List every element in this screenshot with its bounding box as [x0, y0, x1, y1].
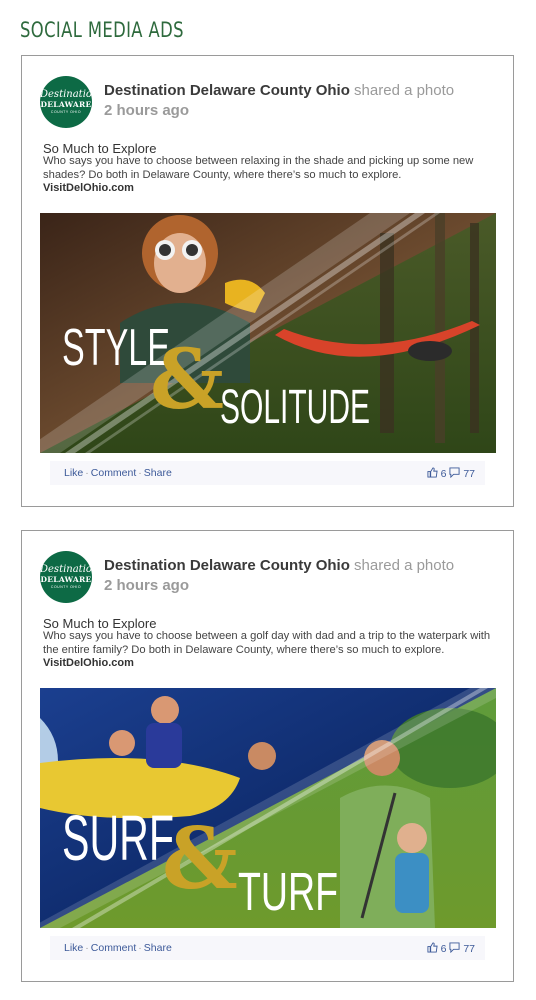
post-link[interactable]: VisitDelOhio.com [43, 182, 134, 194]
post-headline: So Much to Explore [43, 141, 157, 156]
comment-link[interactable]: Comment [91, 942, 137, 954]
post-footer: Like · Comment · Share 6 77 [50, 936, 485, 960]
post-action: shared a photo [354, 557, 455, 574]
separator: · [85, 942, 89, 954]
like-count: 6 [440, 468, 447, 480]
post-body: Who says you have to choose between rela… [43, 155, 474, 181]
post-headline: So Much to Explore [43, 616, 157, 631]
section-title: SOCIAL MEDIA ADS [20, 18, 184, 42]
thumbs-up-icon[interactable] [427, 942, 438, 956]
like-link[interactable]: Like [64, 942, 83, 954]
logo-line-3: COUNTY OHIO [50, 585, 82, 589]
ad-image-graphic: STYLE & SOLITUDE [40, 213, 496, 453]
post-actions: Like · Comment · Share [64, 467, 172, 479]
post-link[interactable]: VisitDelOhio.com [43, 657, 134, 669]
share-link[interactable]: Share [144, 942, 172, 954]
facebook-post-ad-1: Destination DELAWARE COUNTY OHIO Destina… [21, 55, 514, 507]
post-actions: Like · Comment · Share [64, 942, 172, 954]
logo-line-2: DELAWARE [40, 100, 92, 109]
facebook-post-ad-2: Destination DELAWARE COUNTY OHIO Destina… [21, 530, 514, 982]
engagement-counts: 6 77 [427, 467, 475, 481]
comment-link[interactable]: Comment [91, 467, 137, 479]
separator: · [85, 467, 89, 479]
destination-delaware-logo[interactable]: Destination DELAWARE COUNTY OHIO [40, 551, 92, 603]
like-link[interactable]: Like [64, 467, 83, 479]
post-timestamp[interactable]: 2 hours ago [104, 102, 189, 119]
like-count: 6 [440, 943, 447, 955]
logo-line-1: Destination [40, 564, 92, 575]
comment-count: 77 [463, 943, 475, 955]
logo-line-1: Destination [40, 89, 92, 100]
post-body: Who says you have to choose between a go… [43, 630, 491, 656]
engagement-counts: 6 77 [427, 942, 475, 956]
post-author: Destination Delaware County Ohio shared … [104, 82, 454, 99]
ad-headline-word-2: TURF [238, 862, 338, 922]
post-action: shared a photo [354, 82, 455, 99]
comment-icon[interactable] [449, 942, 460, 956]
ad-ampersand: & [150, 332, 224, 428]
share-link[interactable]: Share [144, 467, 172, 479]
page-name-link[interactable]: Destination Delaware County Ohio [104, 557, 350, 574]
logo-line-3: COUNTY OHIO [50, 110, 82, 114]
comment-icon[interactable] [449, 467, 460, 481]
separator: · [138, 942, 142, 954]
ad-image-surf-turf[interactable]: SURF & TURF [40, 688, 496, 928]
logo-line-2: DELAWARE [40, 575, 92, 584]
ad-image-graphic: SURF & TURF [40, 688, 496, 928]
post-footer: Like · Comment · Share 6 77 [50, 461, 485, 485]
post-author: Destination Delaware County Ohio shared … [104, 557, 454, 574]
ad-image-style-solitude[interactable]: STYLE & SOLITUDE [40, 213, 496, 453]
destination-delaware-logo[interactable]: Destination DELAWARE COUNTY OHIO [40, 76, 92, 128]
separator: · [138, 467, 142, 479]
ad-headline-word-2: SOLITUDE [220, 381, 370, 434]
ad-ampersand: & [162, 809, 238, 908]
thumbs-up-icon[interactable] [427, 467, 438, 481]
ad-headline-word-1: SURF [62, 802, 174, 874]
comment-count: 77 [463, 468, 475, 480]
page-name-link[interactable]: Destination Delaware County Ohio [104, 82, 350, 99]
post-timestamp[interactable]: 2 hours ago [104, 577, 189, 594]
